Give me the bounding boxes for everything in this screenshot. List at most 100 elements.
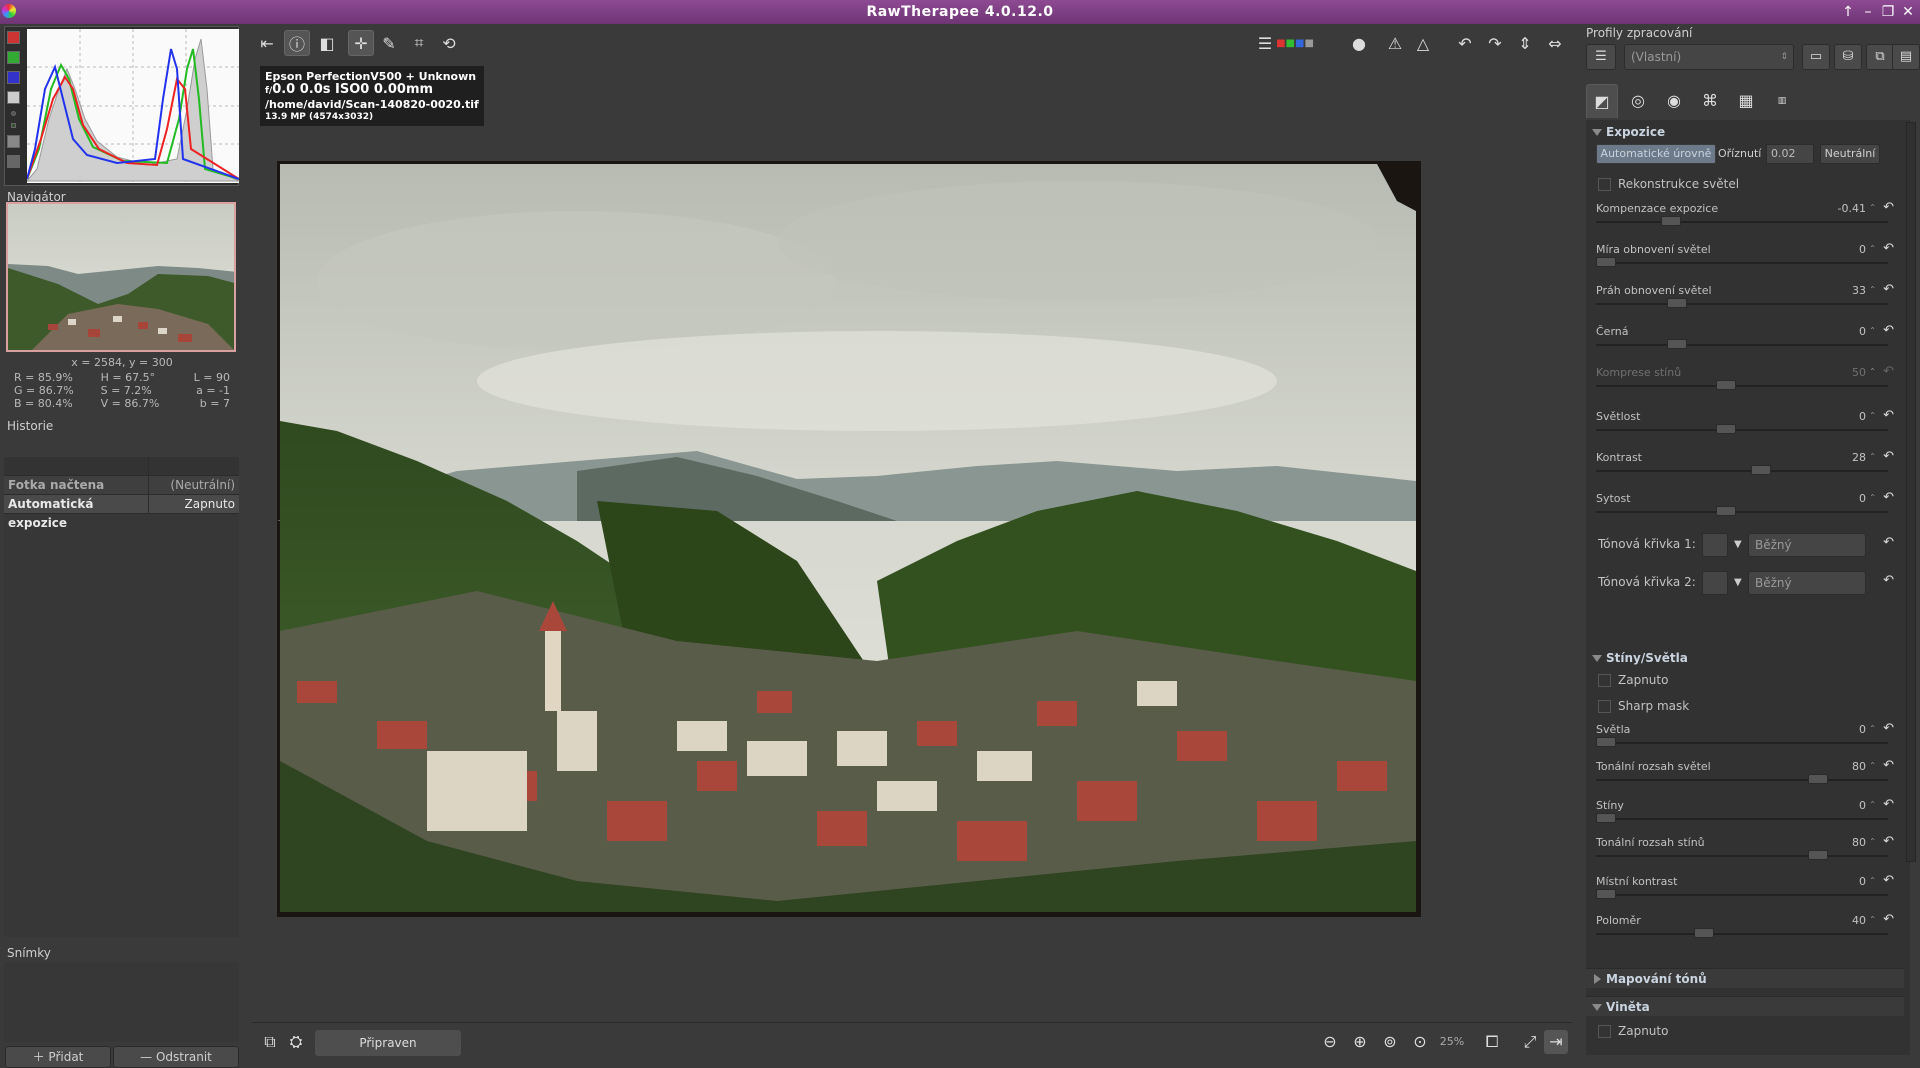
remove-snapshot-button[interactable]: — Odstranit xyxy=(113,1046,239,1068)
highlight-tonal-width-slider[interactable]: Tonální rozsah světel 80 ⌃ ↶ xyxy=(1596,758,1896,800)
shadow-clip-warning-icon[interactable]: ⚠ xyxy=(1382,30,1408,56)
tone-mapping-header[interactable]: Mapování tónů xyxy=(1586,968,1904,988)
straighten-icon[interactable]: ⟲ xyxy=(436,30,462,56)
shadows-highlights-header[interactable]: Stíny/Světla xyxy=(1586,648,1904,668)
tab-exposure[interactable]: ◩ xyxy=(1586,84,1618,118)
reset-icon[interactable]: ↶ xyxy=(1883,535,1894,550)
spinner-icon[interactable]: ⌃ xyxy=(1869,761,1876,770)
reset-icon[interactable]: ↶ xyxy=(1883,282,1894,297)
reset-icon[interactable]: ↶ xyxy=(1883,758,1894,773)
contrast-slider[interactable]: Kontrast 28 ⌃ ↶ xyxy=(1596,449,1896,491)
spinner-icon[interactable]: ⌃ xyxy=(1869,800,1876,809)
lightness-slider[interactable]: Světlost 0 ⌃ ↶ xyxy=(1596,408,1896,450)
reset-icon[interactable]: ↶ xyxy=(1883,834,1894,849)
green-channel-toggle[interactable] xyxy=(7,51,20,64)
highlight-reconstruction-checkbox[interactable]: Rekonstrukce světel xyxy=(1596,176,1739,192)
black-slider[interactable]: Černá 0 ⌃ ↶ xyxy=(1596,323,1896,365)
tab-detail[interactable]: ◎ xyxy=(1622,84,1654,118)
zoom-out-icon[interactable]: ⊖ xyxy=(1318,1030,1342,1054)
bar-toggle[interactable] xyxy=(7,135,20,148)
history-item[interactable]: Fotka načtena (Neutrální) xyxy=(4,476,239,495)
reset-icon[interactable]: ↶ xyxy=(1883,241,1894,256)
channel-preview-icons[interactable]: ■ ■ ■ ■ xyxy=(1276,30,1314,56)
spinner-icon[interactable]: ⌃ xyxy=(1869,724,1876,733)
preview-mode-icon[interactable]: ☰ xyxy=(1252,30,1278,56)
spinner-icon[interactable]: ⌃ xyxy=(1869,411,1876,420)
flip-horizontal-icon[interactable]: ⇔ xyxy=(1542,30,1568,56)
add-snapshot-button[interactable]: ＋ Přidat xyxy=(5,1046,111,1068)
reset-icon[interactable]: ↶ xyxy=(1883,873,1894,888)
white-balance-picker-icon[interactable]: ✎ xyxy=(376,30,402,56)
reset-icon[interactable]: ↶ xyxy=(1883,323,1894,338)
profile-select[interactable]: (Vlastní) ⇕ xyxy=(1624,44,1794,70)
info-icon[interactable]: ⓘ xyxy=(284,30,310,56)
shadows-enabled-checkbox[interactable]: Zapnuto xyxy=(1596,672,1668,688)
shadows-slider[interactable]: Stíny 0 ⌃ ↶ xyxy=(1596,797,1896,839)
spinner-icon[interactable]: ⌃ xyxy=(1869,876,1876,885)
reset-icon[interactable]: ↶ xyxy=(1883,449,1894,464)
focus-mask-icon[interactable]: ● xyxy=(1346,30,1372,56)
profile-list-icon[interactable]: ☰ xyxy=(1586,44,1616,70)
rotate-right-icon[interactable]: ↷ xyxy=(1482,30,1508,56)
vignetting-enabled-checkbox[interactable]: Zapnuto xyxy=(1596,1023,1668,1039)
save-profile-icon[interactable]: ⛁ xyxy=(1834,44,1862,70)
hand-tool-icon[interactable]: ✛ xyxy=(348,30,374,56)
new-detail-window-icon[interactable]: ⧠ xyxy=(1480,1030,1504,1054)
tab-raw[interactable]: ▦ xyxy=(1730,84,1762,118)
exposure-compensation-slider[interactable]: Kompenzace expozice -0.41 ⌃ ↶ xyxy=(1596,200,1896,242)
rotate-left-icon[interactable]: ↶ xyxy=(1452,30,1478,56)
spinner-icon[interactable]: ⌃ xyxy=(1869,493,1876,502)
snapshots-list[interactable] xyxy=(4,962,239,1042)
dropdown-arrow-icon[interactable]: ▼ xyxy=(1734,577,1742,588)
spinner-icon[interactable]: ⌃ xyxy=(1869,915,1876,924)
main-image[interactable] xyxy=(277,161,1421,917)
copy-profile-icon[interactable]: ⧉ xyxy=(1866,44,1894,70)
chroma-toggle[interactable] xyxy=(11,111,16,116)
curve-icon[interactable] xyxy=(1702,571,1728,595)
reset-icon[interactable]: ↶ xyxy=(1883,721,1894,736)
shadow-tonal-width-slider[interactable]: Tonální rozsah stínů 80 ⌃ ↶ xyxy=(1596,834,1896,876)
clip-spinner[interactable]: 0.02 xyxy=(1766,144,1814,164)
curve-icon[interactable] xyxy=(1702,533,1728,557)
tab-color[interactable]: ◉ xyxy=(1658,84,1690,118)
local-contrast-slider[interactable]: Místní kontrast 0 ⌃ ↶ xyxy=(1596,873,1896,915)
auto-levels-button[interactable]: Automatické úrovně xyxy=(1596,144,1716,164)
spinner-icon[interactable]: ⌃ xyxy=(1869,837,1876,846)
hide-left-panel-icon[interactable]: ⇤ xyxy=(254,30,280,56)
hide-history-icon[interactable]: ⧉ xyxy=(258,1030,282,1054)
reset-icon[interactable]: ↶ xyxy=(1883,490,1894,505)
reset-icon[interactable]: ↶ xyxy=(1883,797,1894,812)
flip-vertical-icon[interactable]: ⇕ xyxy=(1512,30,1538,56)
luminance-toggle[interactable] xyxy=(7,91,20,104)
crop-icon[interactable]: ⌗ xyxy=(406,30,432,56)
spinner-icon[interactable]: ⌃ xyxy=(1869,203,1876,212)
minimize-button[interactable]: – xyxy=(1860,2,1876,22)
curve-mode-select[interactable]: Běžný xyxy=(1748,533,1866,557)
spinner-icon[interactable]: ⌃ xyxy=(1869,452,1876,461)
hide-right-panel-icon[interactable]: ⇥ xyxy=(1544,1030,1568,1054)
zoom-fit-icon[interactable]: ⊚ xyxy=(1378,1030,1402,1054)
highlight-clip-warning-icon[interactable]: △ xyxy=(1410,30,1436,56)
reset-icon[interactable]: ↶ xyxy=(1883,200,1894,215)
radius-slider[interactable]: Poloměr 40 ⌃ ↶ xyxy=(1596,912,1896,954)
spinner-icon[interactable]: ⌃ xyxy=(1869,244,1876,253)
spinner-icon[interactable]: ⌃ xyxy=(1869,285,1876,294)
before-after-icon[interactable]: ◧ xyxy=(314,30,340,56)
exposure-header[interactable]: Expozice xyxy=(1586,122,1904,142)
neutral-button[interactable]: Neutrální xyxy=(1820,144,1880,164)
highlights-slider[interactable]: Světla 0 ⌃ ↶ xyxy=(1596,721,1896,763)
zoom-100-icon[interactable]: ⊙ xyxy=(1408,1030,1432,1054)
paste-profile-icon[interactable]: ▤ xyxy=(1892,44,1920,70)
navigator-thumbnail[interactable] xyxy=(6,202,236,352)
vignetting-header[interactable]: Viněta xyxy=(1586,996,1904,1016)
open-profile-icon[interactable]: ▭ xyxy=(1802,44,1830,70)
fullscreen-histogram-toggle[interactable] xyxy=(7,155,20,168)
spinner-icon[interactable]: ⌃ xyxy=(1869,326,1876,335)
close-button[interactable]: ✕ xyxy=(1900,2,1916,22)
curve-mode-select[interactable]: Běžný xyxy=(1748,571,1866,595)
highlight-compression-slider[interactable]: Míra obnovení světel 0 ⌃ ↶ xyxy=(1596,241,1896,283)
tab-metadata[interactable]: ▥ xyxy=(1766,84,1798,118)
reset-icon[interactable]: ↶ xyxy=(1883,573,1894,588)
blue-channel-toggle[interactable] xyxy=(7,71,20,84)
highlight-threshold-slider[interactable]: Práh obnovení světel 33 ⌃ ↶ xyxy=(1596,282,1896,324)
